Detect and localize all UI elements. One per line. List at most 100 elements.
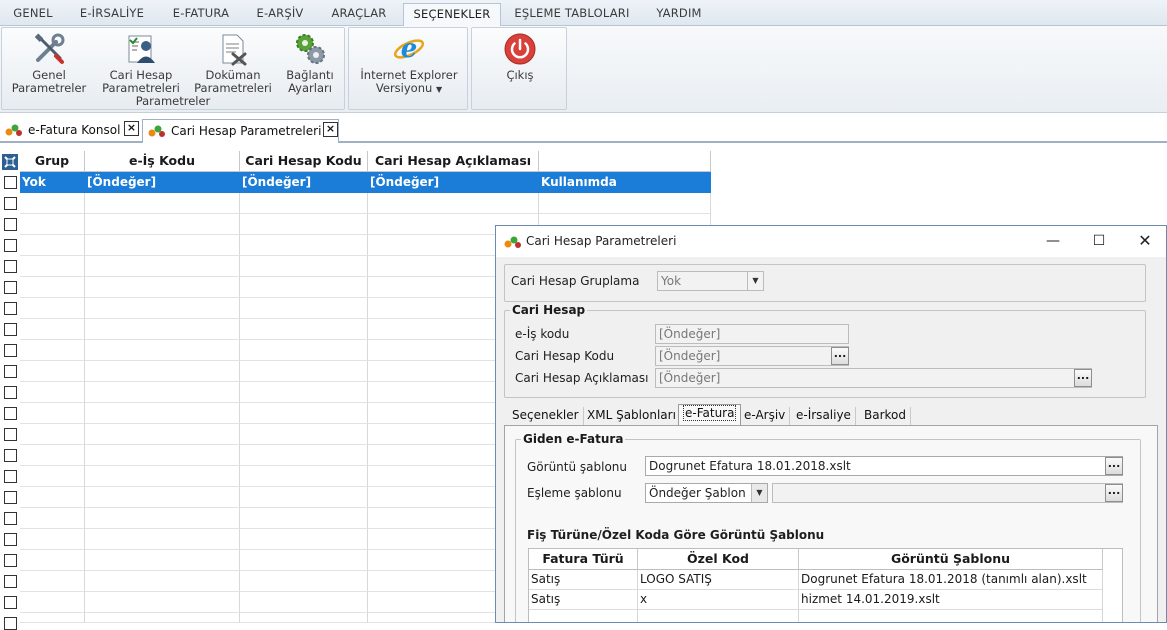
close-icon[interactable]: × (323, 122, 338, 137)
grid-cell-empty[interactable] (20, 571, 85, 592)
row-checkbox[interactable] (4, 260, 17, 273)
row-checkbox[interactable] (4, 575, 17, 588)
inner-tab-barkod[interactable]: Barkod (860, 407, 911, 426)
grid-cell-empty[interactable] (85, 445, 240, 466)
cari-hesap-parametreleri-button[interactable]: Cari Hesap Parametreleri (98, 32, 184, 95)
grid-cell-empty[interactable] (85, 235, 240, 256)
table-cell-fatura-turu[interactable]: Satış (529, 570, 638, 590)
grid-cell-empty[interactable] (368, 193, 539, 214)
cari-hesap-aciklamasi-field[interactable]: [Öndeğer] (655, 368, 1092, 388)
row-checkbox[interactable] (4, 365, 17, 378)
row-checkbox[interactable] (4, 176, 17, 189)
inner-tab-e-fatura[interactable]: e-Fatura (678, 404, 742, 426)
row-checkbox[interactable] (4, 323, 17, 336)
menu-tab-secenekler[interactable]: SEÇENEKLER (403, 3, 501, 26)
baglanti-ayarlari-button[interactable]: Bağlantı Ayarları (278, 32, 342, 95)
grid-cell-empty[interactable] (20, 340, 85, 361)
row-checkbox[interactable] (4, 281, 17, 294)
grid-cell-empty[interactable] (240, 592, 368, 613)
grid-cell-empty[interactable] (20, 382, 85, 403)
grid-cell-empty[interactable] (85, 256, 240, 277)
grid-cell-empty[interactable] (85, 340, 240, 361)
column-header-grup[interactable]: Grup (20, 151, 85, 172)
column-header-ozel-kod[interactable]: Özel Kod (638, 549, 799, 570)
cikis-button[interactable]: Çıkış (474, 32, 566, 82)
row-checkbox[interactable] (4, 617, 17, 630)
grid-cell-empty[interactable] (240, 382, 368, 403)
grid-cell-empty[interactable] (85, 382, 240, 403)
column-header-cari-hesap-kodu[interactable]: Cari Hesap Kodu (240, 151, 368, 172)
grid-cell-empty[interactable] (20, 550, 85, 571)
grid-cell-empty[interactable] (85, 592, 240, 613)
menu-tab-e-fatura[interactable]: E-FATURA (160, 3, 242, 26)
grid-cell-empty[interactable] (240, 613, 368, 623)
grid-cell-empty[interactable] (85, 193, 240, 214)
grid-cell-empty[interactable] (20, 508, 85, 529)
grid-cell-empty[interactable] (85, 550, 240, 571)
doc-tab-cari-hesap-parametreleri[interactable]: Cari Hesap Parametreleri × (142, 119, 339, 143)
table-cell-ozel-kod[interactable]: x (638, 590, 799, 610)
goruntu-sablonu-browse-button[interactable]: ... (1105, 457, 1123, 475)
row-checkbox[interactable] (4, 344, 17, 357)
row-checkbox[interactable] (4, 386, 17, 399)
grid-cell-empty[interactable] (20, 445, 85, 466)
grid-cell-empty[interactable] (20, 361, 85, 382)
grid-cell-empty[interactable] (240, 193, 368, 214)
table-cell-goruntu-sablonu[interactable]: Dogrunet Efatura 18.01.2018 (tanımlı ala… (799, 570, 1103, 590)
grid-cell-empty[interactable] (240, 466, 368, 487)
grid-cell-grup[interactable]: Yok (20, 172, 85, 193)
maximize-icon[interactable]: ☐ (1084, 230, 1114, 252)
grid-cell-empty[interactable] (85, 613, 240, 623)
gruplama-select[interactable]: Yok ▼ (657, 271, 764, 291)
esleme-sablonu-browse-button[interactable]: ... (1105, 484, 1123, 502)
grid-cell-empty[interactable] (240, 445, 368, 466)
grid-cell-empty[interactable] (20, 529, 85, 550)
esleme-sablonu-path-field[interactable] (772, 483, 1123, 503)
eis-kodu-field[interactable]: [Öndeğer] (655, 324, 849, 344)
esleme-sablonu-select[interactable]: Öndeğer Şablon ▼ (645, 483, 768, 503)
menu-tab-araclar[interactable]: ARAÇLAR (318, 3, 400, 26)
grid-cell-empty[interactable] (20, 424, 85, 445)
table-cell-empty[interactable] (638, 610, 799, 622)
grid-cell-empty[interactable] (85, 571, 240, 592)
grid-cell-empty[interactable] (85, 214, 240, 235)
doc-tab-efatura-konsol[interactable]: e-Fatura Konsol × (0, 119, 140, 143)
grid-cell-empty[interactable] (20, 319, 85, 340)
grid-cell-empty[interactable] (539, 193, 711, 214)
column-header-cari-hesap-aciklamasi[interactable]: Cari Hesap Açıklaması (368, 151, 539, 172)
grid-cell-empty[interactable] (85, 361, 240, 382)
grid-cell-empty[interactable] (240, 361, 368, 382)
minimize-icon[interactable]: — (1038, 230, 1068, 252)
grid-cell-empty[interactable] (240, 550, 368, 571)
menu-tab-genel[interactable]: GENEL (2, 3, 64, 26)
table-cell-empty[interactable] (529, 610, 638, 622)
menu-tab-esleme-tablolari[interactable]: EŞLEME TABLOLARI (504, 3, 640, 26)
internet-explorer-versiyonu-button[interactable]: e İnternet Explorer Versiyonu ▼ (351, 32, 467, 96)
grid-cell-empty[interactable] (20, 235, 85, 256)
table-cell-goruntu-sablonu[interactable]: hizmet 14.01.2019.xslt (799, 590, 1103, 610)
row-checkbox[interactable] (4, 596, 17, 609)
grid-cell-empty[interactable] (20, 256, 85, 277)
grid-cell-empty[interactable] (20, 298, 85, 319)
grid-cell-empty[interactable] (20, 214, 85, 235)
menu-tab-e-arsiv[interactable]: E-ARŞİV (244, 3, 316, 26)
grid-cell-empty[interactable] (20, 466, 85, 487)
grid-cell-empty[interactable] (85, 277, 240, 298)
grid-cell-empty[interactable] (240, 214, 368, 235)
row-checkbox[interactable] (4, 554, 17, 567)
row-checkbox[interactable] (4, 512, 17, 525)
grid-cell-empty[interactable] (240, 424, 368, 445)
grid-cell-empty[interactable] (85, 403, 240, 424)
column-header-fatura-turu[interactable]: Fatura Türü (529, 549, 638, 570)
genel-parametreler-button[interactable]: Genel Parametreler (6, 32, 92, 95)
select-all-icon[interactable] (2, 154, 18, 170)
row-checkbox[interactable] (4, 449, 17, 462)
grid-cell-empty[interactable] (240, 487, 368, 508)
row-checkbox[interactable] (4, 407, 17, 420)
row-checkbox[interactable] (4, 491, 17, 504)
row-checkbox[interactable] (4, 302, 17, 315)
grid-cell-eis-kodu[interactable]: [Öndeğer] (85, 172, 240, 193)
grid-cell-empty[interactable] (85, 466, 240, 487)
grid-cell-empty[interactable] (20, 277, 85, 298)
grid-cell-empty[interactable] (240, 403, 368, 424)
